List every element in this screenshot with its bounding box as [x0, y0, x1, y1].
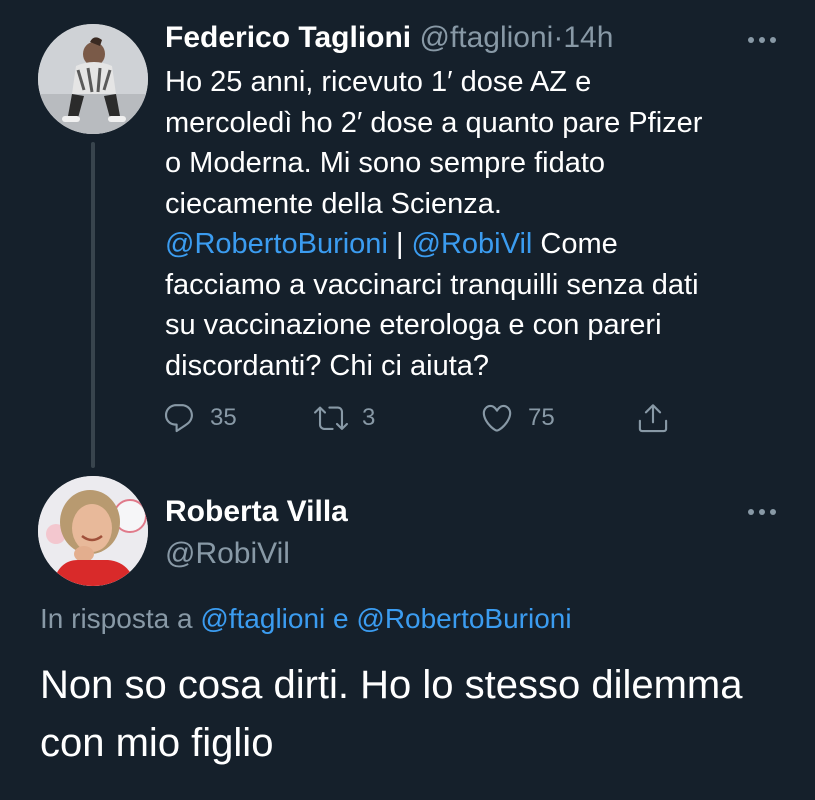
retweet-count: 3 [362, 404, 376, 431]
retweet-icon [314, 406, 348, 430]
like-button[interactable]: 75 [480, 398, 555, 438]
like-icon [482, 404, 512, 432]
reply-icon [164, 404, 193, 433]
separator-dot: · [553, 21, 564, 54]
share-button[interactable] [636, 398, 670, 438]
thread-connector-line [91, 142, 95, 468]
in-reply-to: In risposta a @ftaglioni e @RobertoBurio… [40, 600, 572, 638]
avatar-roberta[interactable] [38, 476, 148, 586]
avatar-photo [38, 24, 148, 134]
user-handle[interactable]: @ftaglioni [419, 21, 553, 54]
user-handle[interactable]: @RobiVil [165, 534, 290, 574]
like-count: 75 [528, 404, 555, 431]
tweet-time[interactable]: 14h [563, 21, 613, 54]
tweet-header: Federico Taglioni @ftaglioni·14h [165, 18, 613, 58]
mention-link[interactable]: @RobertoBurioni [165, 228, 388, 260]
retweet-button[interactable]: 3 [314, 398, 375, 438]
mention-link[interactable]: @RobiVil [412, 228, 533, 260]
in-reply-prefix: In risposta a [40, 603, 201, 634]
tweet-text-part1: Ho 25 anni, ricevuto 1′ dose AZ e mercol… [165, 66, 703, 220]
display-name[interactable]: Federico Taglioni [165, 21, 411, 54]
mention-separator: | [387, 228, 412, 260]
mention-link[interactable]: @ftaglioni [200, 603, 325, 634]
display-name[interactable]: Roberta Villa [165, 492, 348, 532]
in-reply-and: e [325, 603, 357, 634]
more-icon[interactable] [742, 28, 782, 52]
mention-link[interactable]: @RobertoBurioni [356, 603, 571, 634]
reply-tweet-text: Non so cosa dirti. Ho lo stesso dilemma … [40, 663, 743, 765]
reply-button[interactable]: 35 [162, 398, 237, 438]
avatar-federico[interactable] [38, 24, 148, 134]
share-icon [638, 404, 668, 433]
tweet-text: Ho 25 anni, ricevuto 1′ dose AZ e mercol… [165, 62, 785, 386]
tweet-actions: 35 3 75 [162, 398, 682, 438]
more-icon[interactable] [742, 500, 782, 524]
reply-count: 35 [210, 404, 237, 431]
avatar-photo [38, 476, 148, 586]
